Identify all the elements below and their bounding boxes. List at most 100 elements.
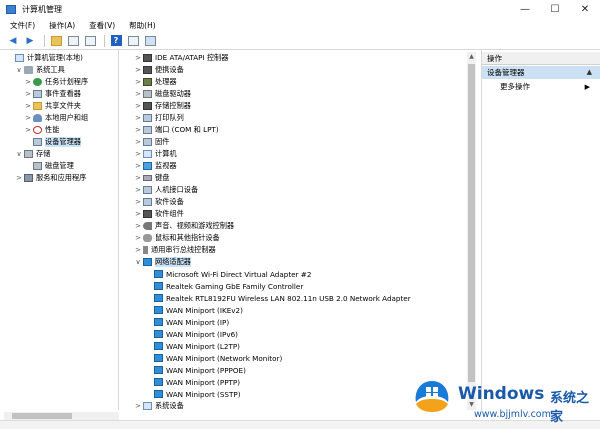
nav-tree-item[interactable]: > 共享文件夹 [24,100,81,112]
nav-tree-item[interactable]: > 本地用户和组 [24,112,88,124]
expand-chevron-icon[interactable]: > [24,102,32,110]
expand-chevron-icon[interactable]: > [134,90,142,98]
device-tree-item[interactable]: WAN Miniport (SSTP) [145,388,241,400]
expand-chevron-icon[interactable]: > [134,402,142,410]
nav-tree-item[interactable]: 设备管理器 [24,136,81,148]
device-tree-item[interactable]: > 计算机 [134,148,177,160]
tree-horizontal-scrollbar[interactable] [4,412,119,420]
device-tree-item[interactable]: WAN Miniport (IKEv2) [145,304,243,316]
nav-tree-item[interactable]: > 性能 [24,124,59,136]
nav-tree-item[interactable]: > 事件查看器 [24,88,81,100]
expand-chevron-icon[interactable]: > [134,162,142,170]
window-title: 计算机管理 [22,4,62,14]
nav-tree-item[interactable]: > 服务和应用程序 [15,172,86,184]
expand-chevron-icon[interactable]: > [134,102,142,110]
expand-chevron-icon[interactable]: > [134,234,142,242]
device-tree: > IDE ATA/ATAPI 控制器 > 便携设备 > 处理器 > 磁盘驱动器 > 存储控制器 >… [120,50,478,412]
nav-tree-item[interactable]: ∨ 系统工具 [15,64,65,76]
expand-chevron-icon[interactable]: > [134,138,142,146]
device-tree-item[interactable]: > 处理器 [134,76,177,88]
nav-tree-item[interactable]: > 任务计划程序 [24,76,88,88]
expand-chevron-icon[interactable]: > [134,66,142,74]
device-tree-item[interactable]: > 人机接口设备 [134,184,198,196]
expand-chevron-icon[interactable]: > [24,114,32,122]
device-tree-item[interactable]: > 鼠标和其他指针设备 [134,232,220,244]
device-tree-item[interactable]: ∨ 网络适配器 [134,256,191,268]
expand-chevron-icon[interactable]: > [15,174,23,182]
scroll-up-arrow-icon[interactable]: ▲ [467,52,476,62]
properties-icon[interactable] [83,34,97,47]
device-tree-item[interactable]: > 系统设备 [134,400,184,412]
device-tree-item[interactable]: Realtek Gaming GbE Family Controller [145,280,303,292]
expand-chevron-icon[interactable]: > [24,126,32,134]
expand-chevron-icon[interactable]: > [134,174,142,182]
expand-chevron-icon[interactable]: > [134,78,142,86]
device-tree-item[interactable]: WAN Miniport (IP) [145,316,229,328]
device-tree-label: 监视器 [155,161,177,170]
up-folder-icon[interactable] [49,34,63,47]
expand-chevron-icon[interactable]: > [134,246,142,254]
help-icon[interactable]: ? [109,34,123,47]
device-tree-label: WAN Miniport (L2TP) [166,341,240,351]
close-button[interactable]: ✕ [570,0,600,18]
device-tree-item[interactable]: > 固件 [134,136,169,148]
collapse-chevron-icon[interactable]: ∨ [15,150,23,158]
device-tree-item[interactable]: WAN Miniport (L2TP) [145,340,240,352]
expand-chevron-icon[interactable]: > [134,210,142,218]
device-tree-item[interactable]: WAN Miniport (PPPOE) [145,364,246,376]
collapse-caret-icon[interactable]: ▲ [587,66,592,79]
actions-section-device-manager[interactable]: 设备管理器 ▲ [482,66,600,79]
menu-file[interactable]: 文件(F) [10,20,35,31]
network-adapter-icon [154,354,163,362]
expand-chevron-icon[interactable]: > [134,54,142,62]
submenu-arrow-icon[interactable]: ▶ [585,81,590,93]
device-tree-item[interactable]: > IDE ATA/ATAPI 控制器 [134,52,228,64]
device-tree-item[interactable]: WAN Miniport (IPv6) [145,328,238,340]
menu-view[interactable]: 查看(V) [89,20,115,31]
nav-tree-item[interactable]: 磁盘管理 [24,160,74,172]
device-tree-item[interactable]: > 磁盘驱动器 [134,88,191,100]
scrollbar-thumb[interactable] [468,64,475,382]
expand-chevron-icon[interactable]: > [134,150,142,158]
nav-tree-label: 磁盘管理 [45,161,74,170]
forward-arrow-icon[interactable]: ▶ [23,34,37,47]
device-tree-item[interactable]: WAN Miniport (Network Monitor) [145,352,282,364]
device-tree-scrollbar[interactable]: ▲ ▼ [467,52,476,410]
device-tree-item[interactable]: > 端口 (COM 和 LPT) [134,124,219,136]
monitor-view-icon[interactable] [143,34,157,47]
expand-chevron-icon[interactable]: > [134,126,142,134]
device-tree-item[interactable]: > 声音、视频和游戏控制器 [134,220,234,232]
minimize-button[interactable]: — [510,0,540,18]
device-tree-item[interactable]: > 监视器 [134,160,177,172]
more-actions-link[interactable]: 更多操作 [500,81,530,93]
nav-tree-label: 事件查看器 [45,89,81,98]
show-hide-tree-icon[interactable] [66,34,80,47]
collapse-chevron-icon[interactable]: ∨ [134,258,142,266]
device-tree-item[interactable]: > 软件设备 [134,196,184,208]
device-tree-item[interactable]: WAN Miniport (PPTP) [145,376,240,388]
menu-help[interactable]: 帮助(H) [129,20,156,31]
expand-chevron-icon[interactable]: > [24,90,32,98]
device-tree-item[interactable]: > 存储控制器 [134,100,191,112]
nav-tree-item[interactable]: ∨ 存储 [15,148,50,160]
toolbar-divider [44,34,45,47]
collapse-chevron-icon[interactable]: ∨ [15,66,23,74]
expand-chevron-icon[interactable]: > [24,78,32,86]
expand-chevron-icon[interactable]: > [134,198,142,206]
device-tree-item[interactable]: > 便携设备 [134,64,184,76]
device-tree-item[interactable]: > 打印队列 [134,112,184,124]
expand-chevron-icon[interactable]: > [134,114,142,122]
device-tree-item[interactable]: > 键盘 [134,172,169,184]
device-tree-item[interactable]: > 软件组件 [134,208,184,220]
show-action-pane-icon[interactable] [126,34,140,47]
menu-action[interactable]: 操作(A) [49,20,75,31]
device-tree-item[interactable]: Realtek RTL8192FU Wireless LAN 802.11n U… [145,292,411,304]
nav-tree-item[interactable]: 计算机管理(本地) [6,52,83,64]
scrollbar-thumb[interactable] [12,413,72,419]
expand-chevron-icon[interactable]: > [134,222,142,230]
back-arrow-icon[interactable]: ◀ [6,34,20,47]
device-tree-item[interactable]: > 通用串行总线控制器 [134,244,216,256]
maximize-button[interactable]: ☐ [540,0,570,18]
expand-chevron-icon[interactable]: > [134,186,142,194]
device-tree-item[interactable]: Microsoft Wi-Fi Direct Virtual Adapter #… [145,268,311,280]
